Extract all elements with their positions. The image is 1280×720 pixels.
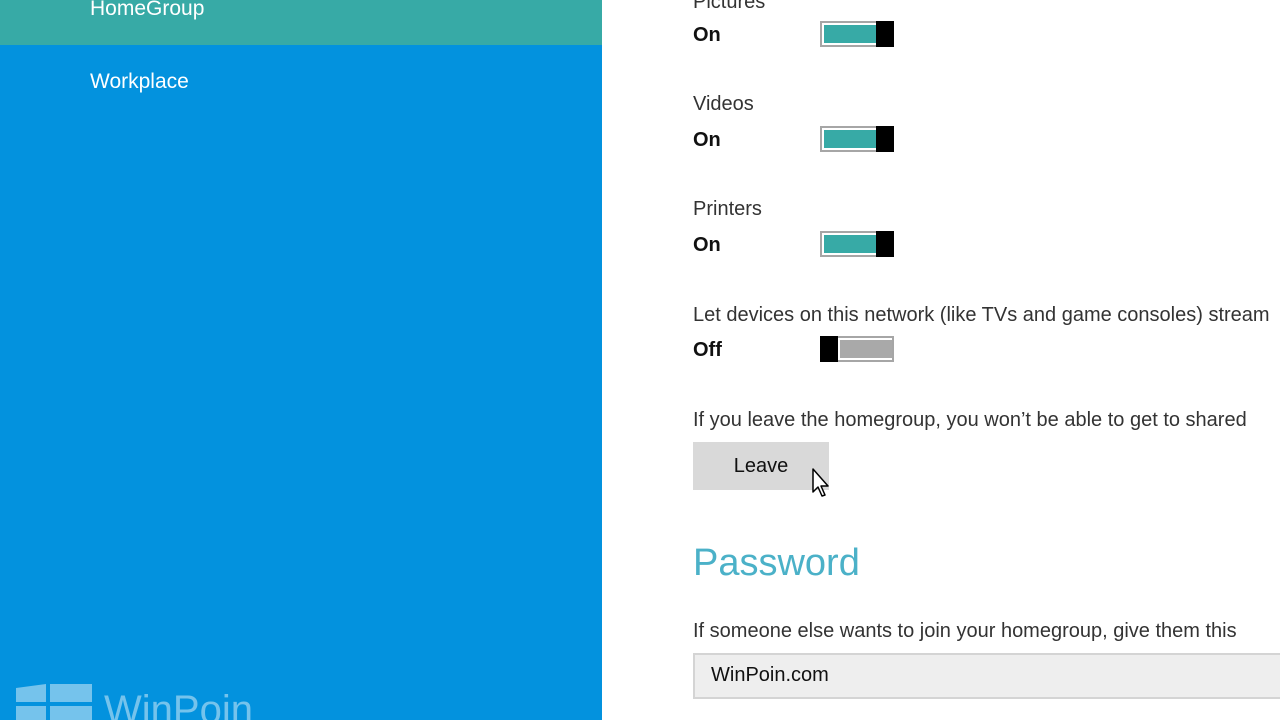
printers-state: On [693,234,721,256]
printers-toggle[interactable] [820,231,894,257]
nav-item-label: Workplace [90,70,189,93]
toggle-knob[interactable] [820,336,838,362]
toggle-knob[interactable] [876,126,894,152]
toggle-fill [840,340,892,358]
leave-description: If you leave the homegroup, you won’t be… [693,409,1247,431]
password-field: WinPoin.com [693,653,1280,699]
stream-devices-label: Let devices on this network (like TVs an… [693,304,1270,326]
videos-state: On [693,129,721,151]
watermark-text: WinPoin [104,688,253,720]
nav-item-label: HomeGroup [90,0,205,20]
settings-nav-pane: HomeGroup Workplace WinPoin [0,0,602,720]
nav-item-workplace[interactable]: Workplace [0,62,602,102]
toggle-fill [824,235,876,253]
toggle-knob[interactable] [876,231,894,257]
mouse-pointer-icon [812,468,829,497]
pictures-state: On [693,24,721,46]
toggle-knob[interactable] [876,21,894,47]
stream-devices-state: Off [693,339,722,361]
homegroup-settings-panel: Pictures On Videos On Printers On Let de… [602,0,1280,720]
password-section-title: Password [693,542,860,584]
stream-devices-toggle[interactable] [820,336,894,362]
password-description: If someone else wants to join your homeg… [693,620,1237,642]
videos-toggle[interactable] [820,126,894,152]
windows-logo-icon [16,684,92,720]
pictures-label: Pictures [693,0,766,13]
pictures-toggle[interactable] [820,21,894,47]
toggle-fill [824,130,876,148]
toggle-fill [824,25,876,43]
leave-button[interactable]: Leave [693,442,829,490]
watermark: WinPoin [16,684,316,720]
printers-label: Printers [693,198,762,220]
nav-item-homegroup[interactable]: HomeGroup [0,0,602,45]
videos-label: Videos [693,93,754,115]
